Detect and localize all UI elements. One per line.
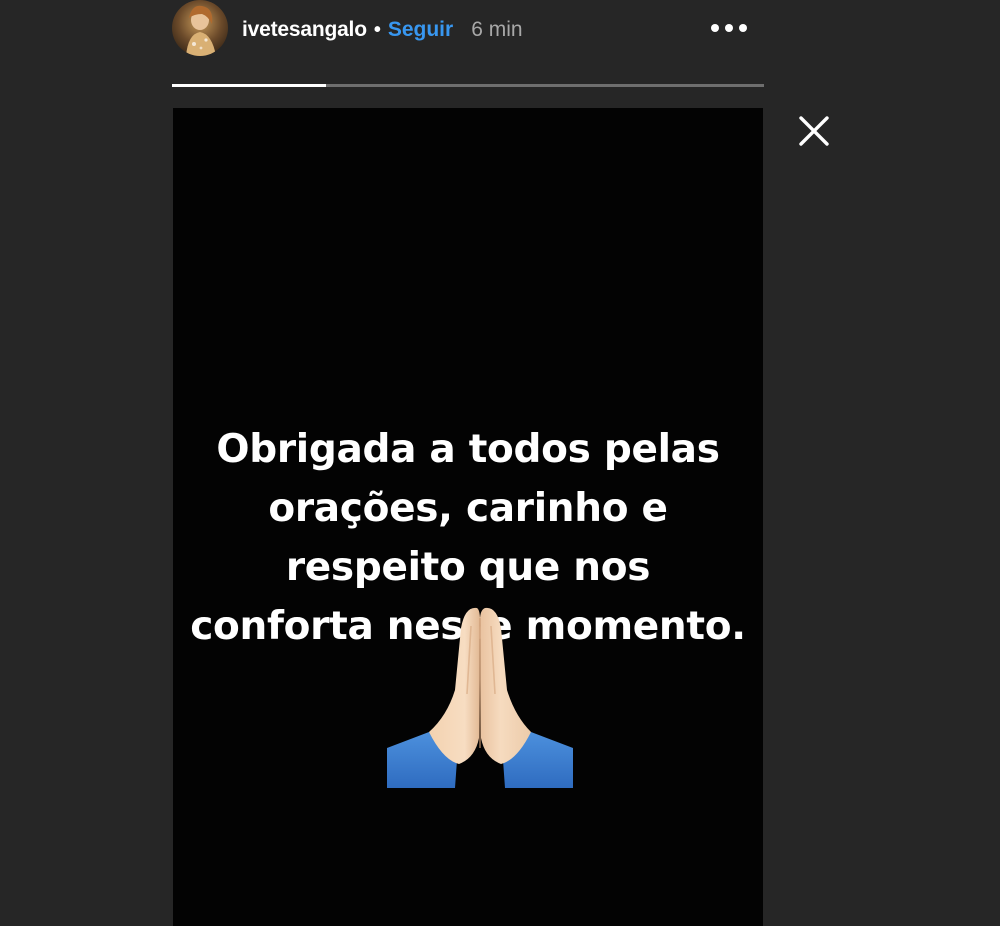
more-options-button[interactable]: [710, 20, 748, 36]
story-text-line: Obrigada a todos pelas: [216, 427, 720, 472]
folded-hands-icon: [387, 607, 573, 788]
story-media[interactable]: Obrigada a todos pelas orações, carinho …: [173, 108, 763, 926]
story-text-line: respeito que nos: [285, 545, 651, 590]
story-header: ivetesangalo • Seguir 6 min: [172, 0, 772, 60]
story-progress-fill: [172, 84, 326, 87]
avatar-image: [172, 0, 228, 56]
story-text-line: orações, carinho e: [268, 486, 668, 531]
timestamp: 6 min: [471, 18, 523, 41]
avatar[interactable]: [172, 0, 228, 56]
close-button[interactable]: [795, 112, 833, 150]
story-progress-bar: [172, 84, 764, 87]
separator-dot: •: [373, 18, 381, 41]
more-horizontal-icon: [711, 24, 747, 32]
follow-button[interactable]: Seguir: [388, 18, 453, 42]
username[interactable]: ivetesangalo: [242, 18, 367, 42]
close-icon: [799, 116, 829, 146]
